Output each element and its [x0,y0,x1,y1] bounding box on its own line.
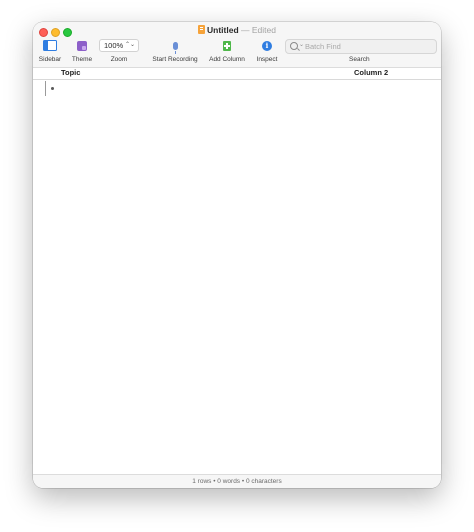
search-options-chevron-icon[interactable]: ⌄ [299,41,304,48]
row-bullet-icon[interactable] [51,87,54,90]
sidebar-button[interactable]: Sidebar [37,38,63,63]
column-header-topic[interactable]: Topic [61,68,80,77]
window-title: Untitled — Edited [33,25,441,35]
theme-icon [77,40,87,51]
document-icon [198,25,205,34]
zoom-value: 100% [104,41,124,50]
zoom-select[interactable]: 100% ⌃⌄ [99,39,139,52]
app-window: Untitled — Edited Sidebar Theme 100% ⌃⌄ … [33,22,441,488]
theme-button[interactable]: Theme [69,38,95,63]
search-field[interactable]: ⌄ [285,39,437,54]
document-name: Untitled [207,25,239,35]
start-recording-button[interactable]: Start Recording [147,38,203,63]
add-column-button[interactable]: Add Column [207,38,247,63]
add-column-icon [223,40,231,51]
search-icon [290,42,298,50]
inspect-button[interactable]: i Inspect [252,38,282,63]
search-label: Search [349,56,370,63]
zoom-label: Zoom [110,56,128,63]
status-bar: 1 rows • 0 words • 0 characters [33,474,441,488]
column-header-row: Topic Column 2 [33,67,441,80]
zoom-control[interactable]: 100% ⌃⌄ Zoom [99,38,139,63]
sidebar-icon [43,40,57,51]
inspect-label: Inspect [256,56,278,63]
theme-label: Theme [71,56,93,63]
info-icon: i [262,40,272,51]
column-header-column-2[interactable]: Column 2 [354,68,388,77]
stepper-arrows-icon: ⌃⌄ [124,42,135,48]
text-cursor [45,81,46,96]
title-separator: — [241,25,250,35]
sidebar-label: Sidebar [38,56,62,63]
document-stats: 1 rows • 0 words • 0 characters [192,478,282,485]
outline-row[interactable] [45,81,425,97]
edited-status: Edited [251,25,276,35]
add-column-label: Add Column [209,56,245,63]
microphone-icon [172,41,178,54]
start-recording-label: Start Recording [152,56,198,63]
titlebar-toolbar: Untitled — Edited Sidebar Theme 100% ⌃⌄ … [33,22,441,68]
search-input[interactable] [305,40,429,53]
